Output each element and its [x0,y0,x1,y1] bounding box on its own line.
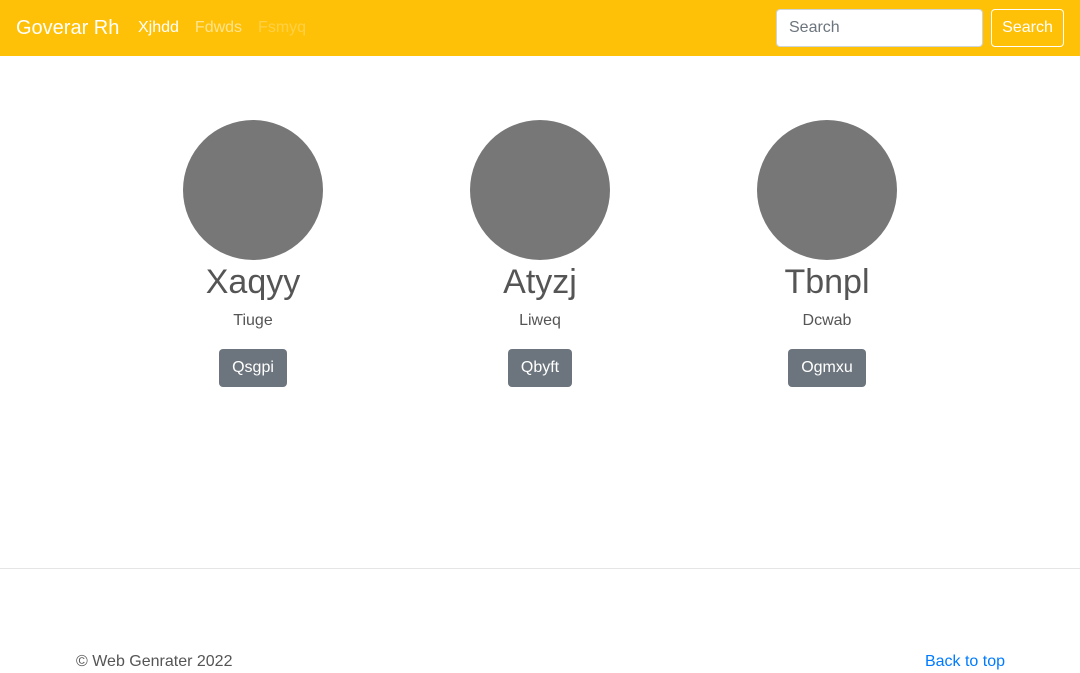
back-to-top-link[interactable]: Back to top [925,653,1005,671]
person-name: Atyzj [503,263,577,301]
person-name: Xaqyy [205,263,301,301]
avatar [183,120,323,260]
footer: © Web Genrater 2022 Back to top [0,569,1080,673]
avatar [757,120,897,260]
search-input[interactable] [776,9,983,47]
person-name: Tbnpl [784,263,870,301]
brand-link[interactable]: Goverar Rh [16,0,119,56]
nav-link-fdwds[interactable]: Fdwds [195,19,242,37]
copyright-text: © Web Genrater 2022 [76,653,233,670]
person-action-button[interactable]: Ogmxu [788,349,866,387]
person-role: Liweq [519,312,561,329]
top-navbar: Goverar Rh Xjhdd Fdwds Fsmyq Search [0,0,1080,56]
person-action-button[interactable]: Qbyft [507,349,573,387]
nav-links: Xjhdd Fdwds Fsmyq [138,0,322,56]
search-button[interactable]: Search [991,9,1064,47]
person-action-button[interactable]: Qsgpi [219,349,287,387]
person-role: Dcwab [802,312,852,329]
nav-link-fsmyq: Fsmyq [258,19,307,36]
people-section: Xaqyy Tiuge Qsgpi Atyzj Liweq Qbyft Tbnp… [0,56,1080,568]
avatar [470,120,610,260]
person-card: Atyzj Liweq Qbyft [430,120,650,387]
search-form: Search [776,9,1064,47]
nav-link-xjhdd[interactable]: Xjhdd [138,19,179,37]
person-card: Xaqyy Tiuge Qsgpi [143,120,363,387]
person-card: Tbnpl Dcwab Ogmxu [717,120,937,387]
person-role: Tiuge [233,312,273,329]
